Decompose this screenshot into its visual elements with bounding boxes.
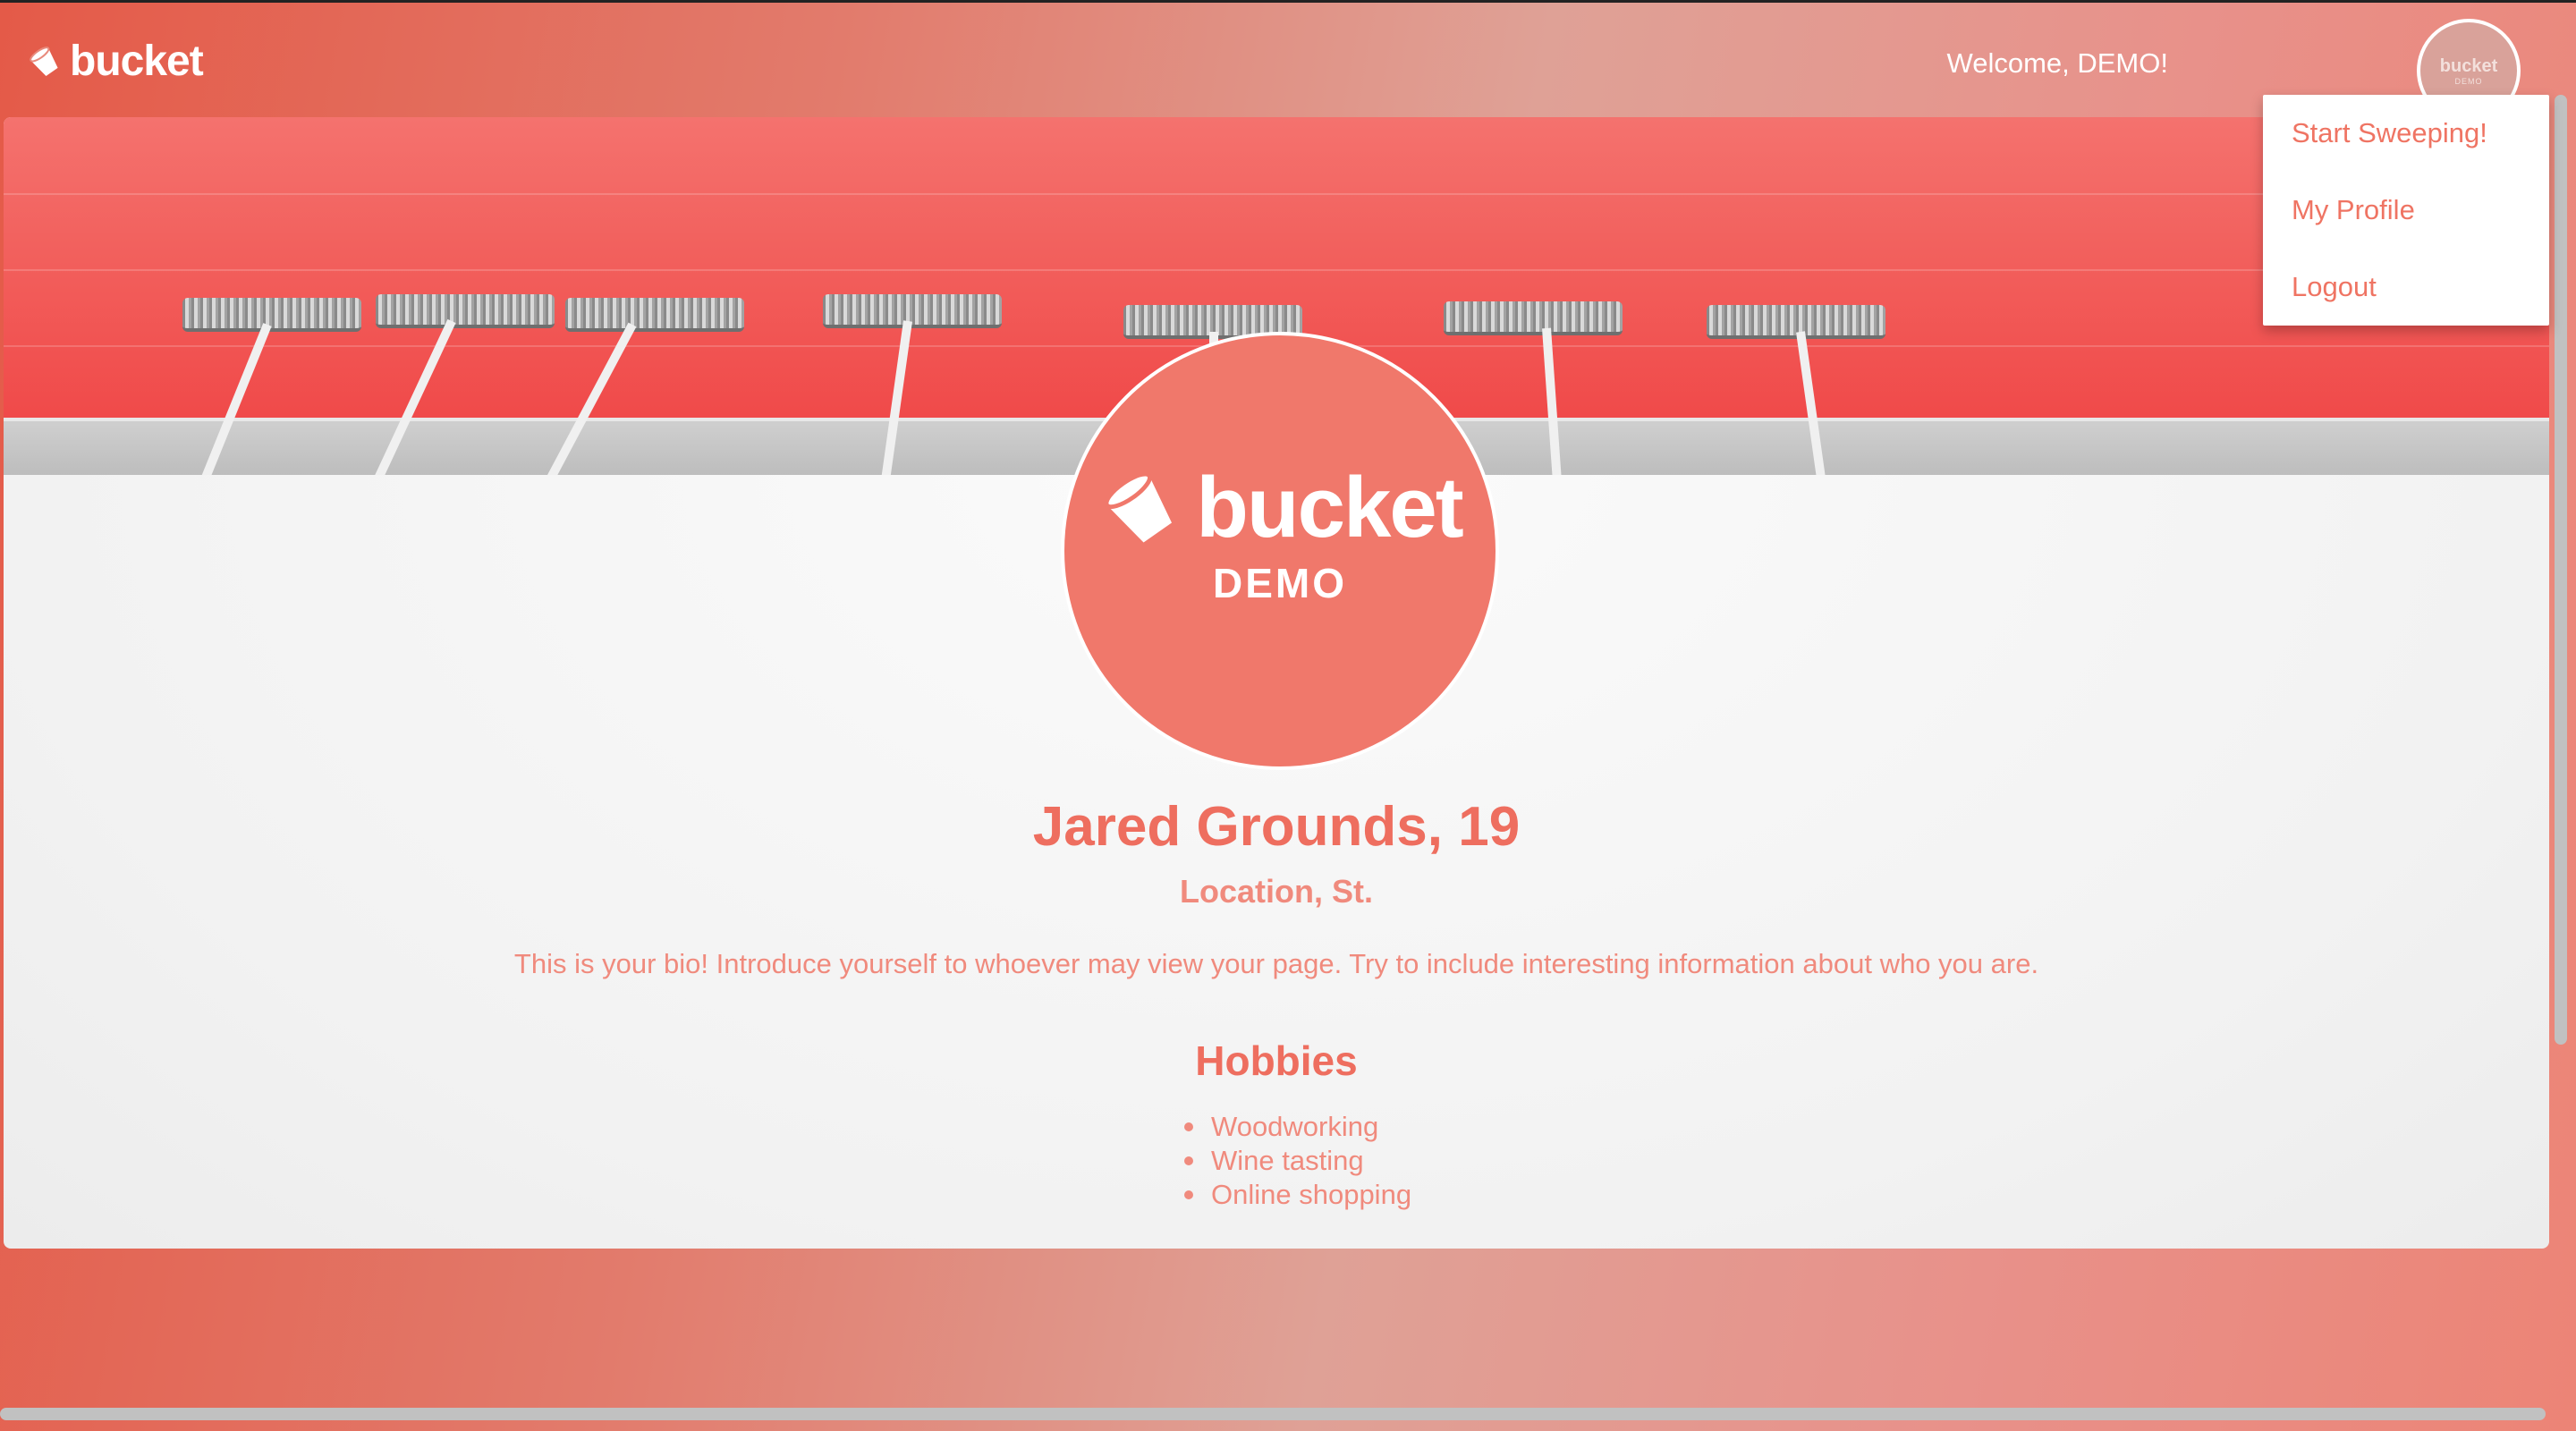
brand-logo[interactable]: bucket bbox=[27, 37, 204, 86]
user-dropdown-menu: Start Sweeping! My Profile Logout bbox=[2263, 95, 2549, 326]
bullet-icon bbox=[1184, 1156, 1193, 1165]
brand-wordmark: bucket bbox=[70, 38, 204, 85]
menu-item-my-profile[interactable]: My Profile bbox=[2263, 172, 2549, 249]
hobbies-list: Woodworking Wine tasting Online shopping bbox=[1184, 1110, 1411, 1212]
bullet-icon bbox=[1184, 1190, 1193, 1199]
list-item: Woodworking bbox=[1184, 1110, 1411, 1144]
avatar-wordmark: bucket bbox=[2439, 55, 2498, 76]
profile-name: Jared Grounds, 19 bbox=[1032, 796, 1521, 858]
bucket-icon bbox=[30, 46, 58, 76]
profile-bio: This is your bio! Introduce yourself to … bbox=[513, 948, 2039, 979]
mop-head bbox=[1444, 301, 1623, 335]
banner-stripe bbox=[4, 193, 2549, 195]
hobby-label: Online shopping bbox=[1211, 1179, 1412, 1210]
profile-card: bucket DEMO Jared Grounds, 19 Location, … bbox=[4, 117, 2549, 1249]
mop-head bbox=[565, 298, 744, 332]
profile-logo-subtitle: DEMO bbox=[1213, 560, 1347, 606]
mop-head bbox=[182, 298, 361, 332]
profile-logo-wordmark: bucket bbox=[1196, 460, 1463, 555]
banner-stripe bbox=[4, 269, 2549, 271]
hobby-label: Wine tasting bbox=[1211, 1145, 1364, 1176]
mop-head bbox=[376, 294, 555, 328]
profile-location: Location, St. bbox=[1180, 873, 1373, 910]
hobby-label: Woodworking bbox=[1211, 1111, 1379, 1142]
avatar-subtitle: DEMO bbox=[2454, 76, 2483, 86]
mop-head bbox=[823, 294, 1002, 328]
list-item: Wine tasting bbox=[1184, 1144, 1411, 1178]
hobbies-heading: Hobbies bbox=[1195, 1037, 1358, 1084]
welcome-text: Welcome, DEMO! bbox=[1946, 47, 2168, 79]
menu-item-start-sweeping[interactable]: Start Sweeping! bbox=[2263, 95, 2549, 172]
menu-item-logout[interactable]: Logout bbox=[2263, 249, 2549, 326]
horizontal-scrollbar[interactable] bbox=[0, 1408, 2546, 1420]
list-item: Online shopping bbox=[1184, 1178, 1411, 1212]
profile-picture: bucket DEMO bbox=[1061, 332, 1499, 770]
bucket-icon bbox=[1104, 471, 1173, 543]
profile-logo: bucket bbox=[1097, 459, 1464, 557]
vertical-scrollbar[interactable] bbox=[2555, 95, 2567, 1045]
navbar: bucket Welcome, DEMO! bucket DEMO bbox=[0, 3, 2576, 123]
bullet-icon bbox=[1184, 1122, 1193, 1131]
